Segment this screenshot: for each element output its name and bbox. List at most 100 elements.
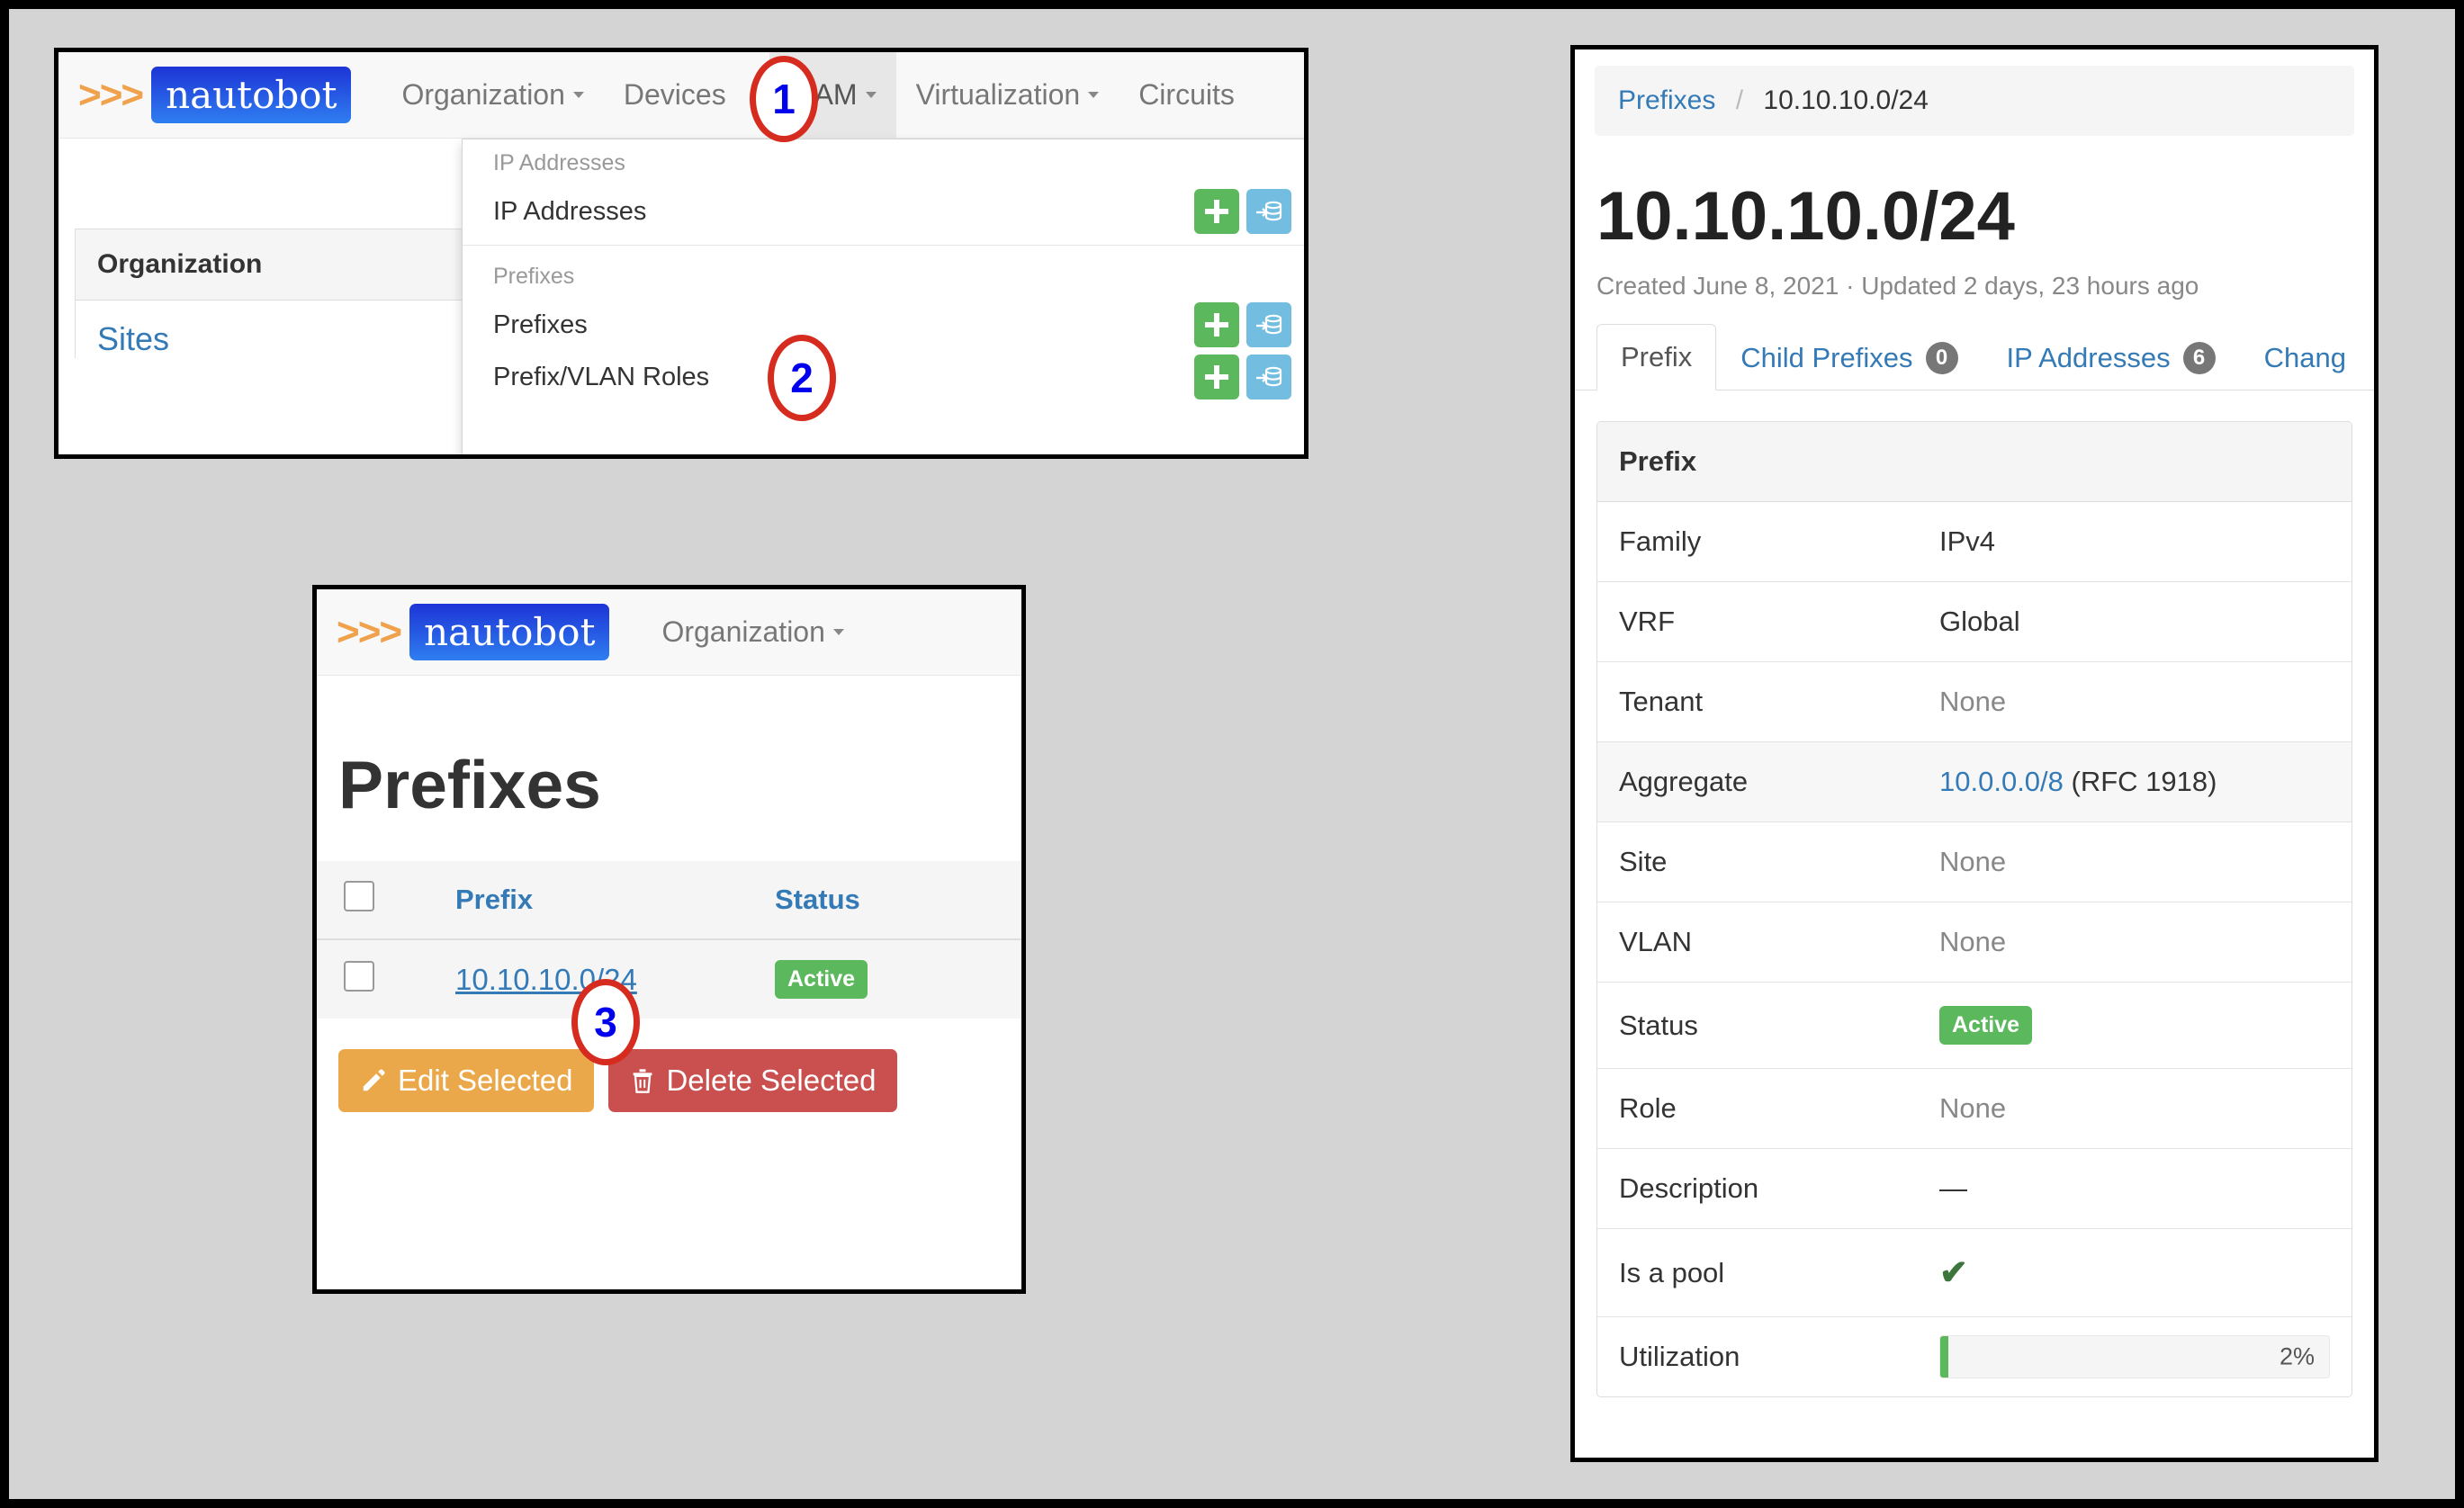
edit-selected-button[interactable]: Edit Selected	[338, 1049, 595, 1112]
import-prefix-vlan-roles-button[interactable]	[1246, 355, 1291, 399]
page-title: 10.10.10.0/24	[1596, 178, 2015, 255]
detail-key-description: Description	[1619, 1172, 1759, 1204]
navlink-circuits-label: Circuits	[1138, 78, 1235, 111]
tab-changelog[interactable]: Chang	[2240, 325, 2370, 390]
detail-key-role: Role	[1619, 1092, 1677, 1124]
detail-key-site: Site	[1619, 846, 1668, 877]
dropdown-item-prefixes[interactable]: Prefixes	[463, 299, 1304, 351]
detail-value-vrf: Global	[1939, 606, 2020, 637]
detail-value-vlan: None	[1939, 926, 2007, 957]
dropdown-item-ip-addresses[interactable]: IP Addresses	[463, 185, 1304, 238]
callout-badge-3-number: 3	[594, 999, 617, 1046]
chevron-down-icon	[865, 92, 877, 98]
add-ip-addresses-button[interactable]	[1194, 189, 1239, 234]
navlink-circuits[interactable]: Circuits	[1119, 52, 1254, 139]
table-cell-checkbox[interactable]	[317, 939, 443, 1019]
select-all-checkbox[interactable]	[344, 881, 374, 911]
dropdown-item-prefix-vlan-roles-label: Prefix/VLAN Roles	[493, 362, 710, 391]
table-header-row: Prefix Status	[317, 861, 1021, 940]
import-prefixes-button[interactable]	[1246, 302, 1291, 347]
dropdown-group-header-prefixes: Prefixes	[493, 264, 575, 289]
database-import-icon	[1256, 314, 1282, 335]
navlink-devices[interactable]: Devices	[604, 52, 746, 139]
detail-value-site: None	[1939, 846, 2007, 877]
row-checkbox[interactable]	[344, 960, 374, 992]
status-badge: Active	[1939, 1006, 2033, 1045]
detail-row-family: Family IPv4	[1597, 502, 2352, 582]
detail-row-status: Status Active	[1597, 983, 2352, 1069]
detail-row-vrf: VRF Global	[1597, 582, 2352, 662]
detail-key-is-a-pool: Is a pool	[1619, 1256, 1725, 1288]
navlink-virtualization[interactable]: Virtualization	[896, 52, 1120, 139]
prefix-detail-card: Prefix Family IPv4 VRF Global Tenant Non…	[1596, 421, 2352, 1397]
callout-badge-1-number: 1	[772, 76, 796, 122]
panel-prefix-list: >>> nautobot Organization Prefixes Prefi…	[312, 585, 1026, 1294]
prefix-table: Prefix Status 10.10.10.0/24 Active	[317, 861, 1021, 1019]
navbar: >>> nautobot Organization Devices IPAM V…	[58, 52, 1304, 139]
title-spacer	[317, 823, 1021, 861]
link-sites[interactable]: Sites	[97, 320, 169, 357]
detail-row-tenant: Tenant None	[1597, 662, 2352, 742]
dropdown-item-prefixes-label: Prefixes	[493, 310, 588, 339]
navlink-devices-label: Devices	[623, 78, 726, 111]
navlink-virtualization-label: Virtualization	[915, 78, 1081, 111]
detail-row-utilization: Utilization 2%	[1597, 1317, 2352, 1396]
breadcrumb-current: 10.10.10.0/24	[1763, 85, 1929, 115]
chevrons-icon: >>>	[78, 72, 144, 117]
table-header-prefix[interactable]: Prefix	[443, 861, 762, 940]
breadcrumb-separator: /	[1735, 85, 1744, 115]
table-header-select-all[interactable]	[317, 861, 443, 940]
table-cell-status: Active	[762, 939, 1021, 1019]
add-prefixes-button[interactable]	[1194, 302, 1239, 347]
dropdown-item-ip-addresses-label: IP Addresses	[493, 196, 647, 226]
database-import-icon	[1256, 201, 1282, 221]
detail-value-is-a-pool: ✔	[1939, 1229, 2352, 1316]
detail-key-tenant: Tenant	[1619, 686, 1704, 717]
edit-selected-label: Edit Selected	[398, 1064, 573, 1097]
callout-badge-2-number: 2	[790, 355, 814, 401]
detail-value-tenant: None	[1939, 686, 2007, 717]
callout-badge-2: 2	[768, 335, 836, 421]
delete-selected-button[interactable]: Delete Selected	[608, 1049, 898, 1112]
detail-value-role: None	[1939, 1092, 2007, 1124]
dropdown-item-prefix-vlan-roles[interactable]: Prefix/VLAN Roles	[463, 351, 1304, 403]
import-ip-addresses-button[interactable]	[1246, 189, 1291, 234]
plus-icon	[1205, 313, 1228, 337]
detail-row-is-a-pool: Is a pool ✔	[1597, 1229, 2352, 1317]
callout-badge-1: 1	[750, 56, 818, 142]
brand-logo[interactable]: >>> nautobot	[337, 604, 610, 660]
add-prefix-vlan-roles-button[interactable]	[1194, 355, 1239, 399]
callout-badge-3: 3	[571, 979, 640, 1065]
delete-selected-label: Delete Selected	[666, 1064, 877, 1097]
detail-tabs: Prefix Child Prefixes 0 IP Addresses 6 C…	[1575, 301, 2374, 390]
breadcrumb-link-prefixes[interactable]: Prefixes	[1618, 85, 1715, 115]
tab-changelog-label: Chang	[2263, 342, 2346, 373]
pencil-icon	[363, 1069, 385, 1091]
ipam-dropdown-menu: IP Addresses IP Addresses Prefixes Prefi…	[462, 139, 1304, 454]
detail-key-vrf: VRF	[1619, 606, 1675, 637]
detail-value-description: —	[1939, 1172, 1967, 1204]
panel-nav-menu: >>> nautobot Organization Devices IPAM V…	[54, 48, 1308, 459]
tab-ip-addresses[interactable]: IP Addresses 6	[1983, 325, 2240, 390]
chevron-down-icon	[1088, 92, 1100, 98]
aggregate-link[interactable]: 10.0.0.0/8	[1939, 766, 2064, 797]
trash-icon	[634, 1069, 652, 1093]
tab-child-prefixes-count: 0	[1925, 342, 1958, 374]
navlink-organization[interactable]: Organization	[642, 589, 863, 676]
panel-prefix-detail: Prefixes / 10.10.10.0/24 10.10.10.0/24 C…	[1570, 45, 2379, 1462]
navlink-organization[interactable]: Organization	[382, 52, 603, 139]
plus-icon	[1205, 365, 1228, 389]
navlink-organization-label: Organization	[401, 78, 565, 111]
utilization-progress-bar: 2%	[1939, 1335, 2330, 1378]
dropdown-divider	[463, 245, 1304, 246]
tab-prefix[interactable]: Prefix	[1596, 324, 1717, 390]
detail-row-role: Role None	[1597, 1069, 2352, 1149]
chevrons-icon: >>>	[337, 609, 402, 654]
page-title: Prefixes	[338, 747, 601, 822]
tab-child-prefixes[interactable]: Child Prefixes 0	[1716, 325, 1982, 390]
table-row: 10.10.10.0/24 Active	[317, 939, 1021, 1019]
table-header-status[interactable]: Status	[762, 861, 1021, 940]
brand-logo[interactable]: >>> nautobot	[78, 67, 352, 123]
detail-row-site: Site None	[1597, 822, 2352, 902]
